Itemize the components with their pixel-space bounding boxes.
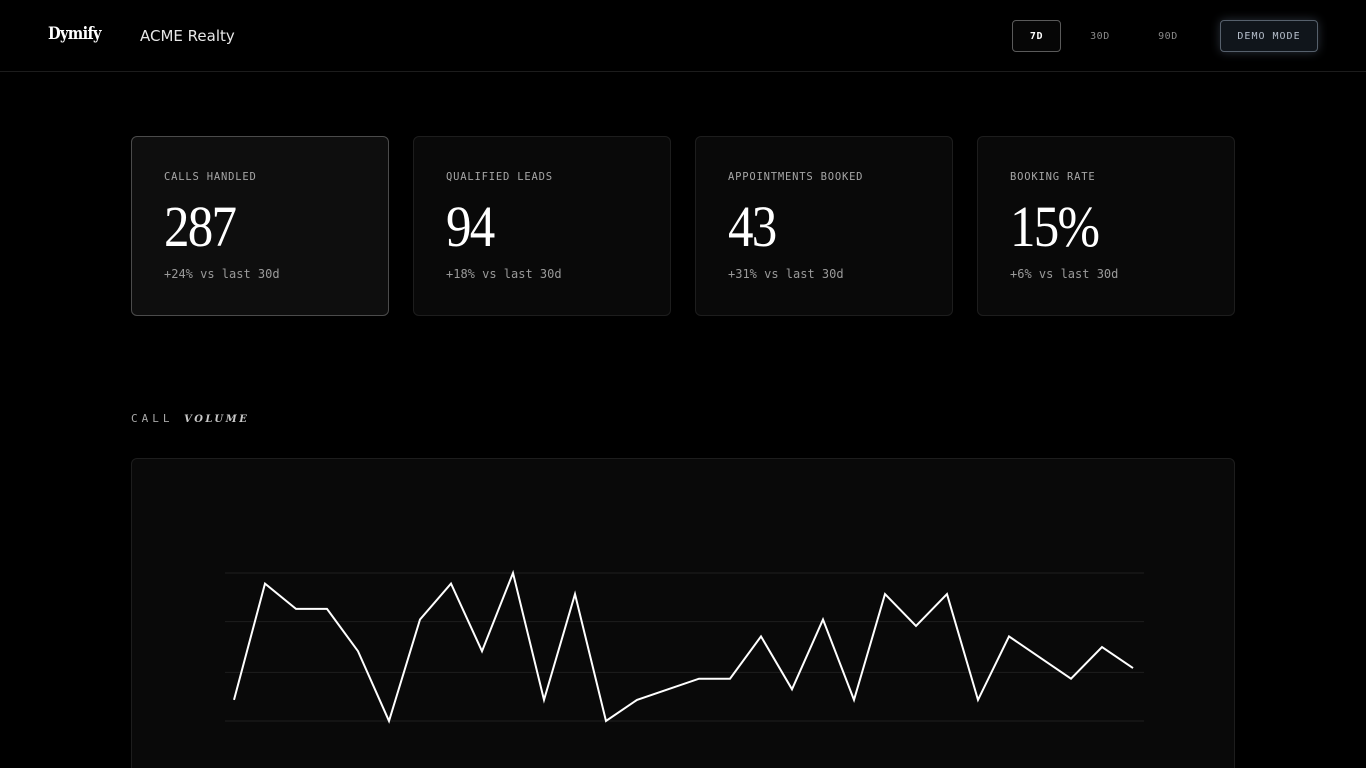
chart-data-point[interactable]	[848, 694, 860, 706]
kpi-label: APPOINTMENTS BOOKED	[728, 171, 864, 183]
kpi-label: QUALIFIED LEADS	[446, 171, 553, 183]
call-volume-chart	[225, 567, 1144, 727]
chart-data-point[interactable]	[352, 645, 364, 657]
kpi-label: BOOKING RATE	[1010, 171, 1096, 183]
chart-data-point[interactable]	[662, 683, 674, 695]
chart-data-point[interactable]	[1003, 630, 1015, 642]
kpi-value: 15%	[1010, 194, 1100, 259]
kpi-value: 287	[164, 194, 237, 259]
chart-data-point[interactable]	[290, 603, 302, 615]
range-90d-button[interactable]: 90D	[1144, 20, 1192, 52]
kpi-card-booking-rate[interactable]: BOOKING RATE 15% +6% vs last 30d	[977, 136, 1235, 316]
chart-data-point[interactable]	[941, 588, 953, 600]
chart-data-point[interactable]	[817, 614, 829, 626]
kpi-card-calls-handled[interactable]: CALLS HANDLED 287 +24% vs last 30d	[131, 136, 389, 316]
section-title-plain: CALL	[131, 412, 174, 425]
section-title-call-volume: CALL VOLUME	[131, 412, 249, 425]
chart-data-point[interactable]	[755, 630, 767, 642]
range-7d-button[interactable]: 7D	[1012, 20, 1061, 52]
demo-mode-button[interactable]: DEMO MODE	[1220, 20, 1318, 52]
chart-data-point[interactable]	[786, 683, 798, 695]
kpi-label: CALLS HANDLED	[164, 171, 257, 183]
chart-data-point[interactable]	[724, 673, 736, 685]
kpi-card-appointments-booked[interactable]: APPOINTMENTS BOOKED 43 +31% vs last 30d	[695, 136, 953, 316]
chart-data-point[interactable]	[414, 614, 426, 626]
organization-name: ACME Realty	[140, 27, 235, 45]
chart-data-point[interactable]	[1096, 641, 1108, 653]
chart-data-point[interactable]	[693, 673, 705, 685]
chart-data-point[interactable]	[321, 603, 333, 615]
chart-data-point[interactable]	[1065, 673, 1077, 685]
kpi-delta: +6% vs last 30d	[1010, 267, 1119, 281]
kpi-delta: +31% vs last 30d	[728, 267, 844, 281]
chart-data-point[interactable]	[1034, 652, 1046, 664]
kpi-delta: +24% vs last 30d	[164, 267, 280, 281]
chart-data-point[interactable]	[259, 578, 271, 590]
chart-data-point[interactable]	[445, 578, 457, 590]
chart-data-point[interactable]	[476, 645, 488, 657]
kpi-delta: +18% vs last 30d	[446, 267, 562, 281]
chart-data-point[interactable]	[631, 694, 643, 706]
chart-data-point[interactable]	[569, 588, 581, 600]
chart-data-point[interactable]	[228, 694, 240, 706]
chart-data-point[interactable]	[383, 715, 395, 727]
kpi-card-qualified-leads[interactable]: QUALIFIED LEADS 94 +18% vs last 30d	[413, 136, 671, 316]
top-bar: Dymify ACME Realty 7D 30D 90D DEMO MODE	[0, 0, 1366, 72]
section-title-emphasis: VOLUME	[184, 414, 250, 425]
kpi-value: 43	[728, 194, 777, 259]
chart-data-point[interactable]	[972, 694, 984, 706]
range-30d-button[interactable]: 30D	[1076, 20, 1124, 52]
kpi-value: 94	[446, 194, 495, 259]
chart-data-point[interactable]	[910, 620, 922, 632]
chart-data-point[interactable]	[600, 715, 612, 727]
chart-data-point[interactable]	[1127, 662, 1139, 674]
brand-logo[interactable]: Dymify	[48, 24, 102, 44]
call-volume-chart-panel	[131, 458, 1235, 768]
call-volume-series-line	[233, 569, 1134, 724]
chart-data-point[interactable]	[538, 694, 550, 706]
chart-data-point[interactable]	[507, 567, 519, 579]
chart-data-point[interactable]	[879, 588, 891, 600]
